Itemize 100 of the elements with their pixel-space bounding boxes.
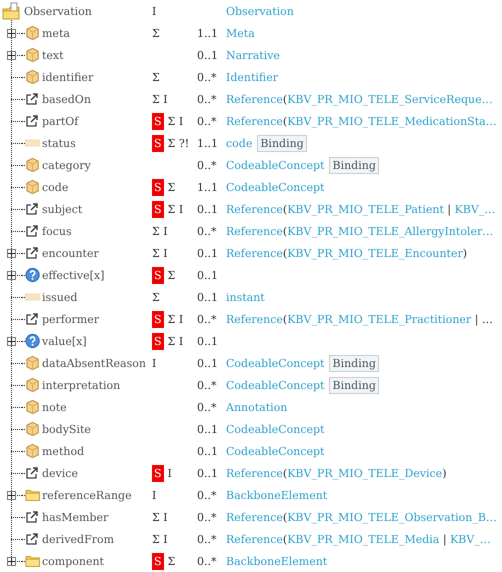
type-link[interactable]: KBV_… [454, 202, 496, 216]
element-name: identifier [41, 70, 94, 84]
cardinality: 0..* [197, 312, 218, 326]
binding-tag[interactable]: Binding [257, 134, 307, 152]
question-icon [24, 333, 40, 349]
type-punctuation: ( [282, 224, 288, 238]
binding-tag[interactable]: Binding [329, 354, 379, 372]
type-punctuation: ( [282, 510, 288, 524]
external-link-icon [25, 202, 39, 216]
element-name: device [41, 466, 79, 480]
type-punctuation: ( [282, 466, 288, 480]
type-link[interactable]: CodeableConcept [226, 444, 324, 458]
cube-icon [24, 355, 40, 371]
cardinality: 0..1 [197, 268, 219, 282]
cardinality: 0..* [197, 400, 218, 414]
type-link[interactable]: KBV_PR_MIO_TELE_Device [287, 466, 442, 480]
cardinality: 0..1 [197, 48, 219, 62]
cube-icon [24, 377, 40, 393]
type-link[interactable]: Reference [226, 114, 283, 128]
type-link[interactable]: KBV_PR_MIO_TELE_Patient [287, 202, 444, 216]
must-support-badge: S [152, 332, 164, 350]
folder-icon [24, 488, 40, 502]
type-link[interactable]: Identifier [226, 70, 278, 84]
cardinality: 0..1 [197, 466, 219, 480]
flags: Σ I [152, 92, 168, 106]
expand-button[interactable] [6, 248, 16, 258]
type-link[interactable]: KBV_PR_MIO_TELE_ServiceReque… [287, 92, 493, 106]
cardinality: 1..1 [197, 26, 219, 40]
type-link[interactable]: Reference [226, 246, 283, 260]
element-name: partOf [41, 114, 80, 128]
flags: I [152, 488, 156, 502]
expand-button[interactable] [6, 336, 16, 346]
type-link[interactable]: KBV_PR_MIO_TELE_AllergyIntoler… [287, 224, 494, 238]
cardinality: 0..* [197, 70, 218, 84]
external-link-icon [25, 224, 39, 238]
flags: Σ I [168, 334, 184, 348]
external-link-icon [25, 92, 39, 106]
type-link[interactable]: Annotation [226, 400, 288, 414]
type-link[interactable]: code [226, 136, 252, 150]
cube-icon [24, 157, 40, 173]
question-icon [24, 267, 40, 283]
type-link[interactable]: Meta [226, 26, 255, 40]
flags: I [168, 466, 172, 480]
type-link[interactable]: Narrative [226, 48, 280, 62]
type-link[interactable]: BackboneElement [226, 554, 328, 568]
type-link[interactable]: KBV_PR_MIO_TELE_MedicationSta… [287, 114, 497, 128]
flags: Σ I [168, 202, 184, 216]
type-link[interactable]: KBV_… [450, 532, 491, 546]
type-link[interactable]: CodeableConcept [226, 158, 324, 172]
type-punctuation: ( [282, 532, 288, 546]
type-link[interactable]: Reference [226, 92, 283, 106]
type-punctuation: ( [282, 114, 288, 128]
element-name: meta [41, 26, 71, 40]
type-link[interactable]: CodeableConcept [226, 378, 324, 392]
element-name: method [41, 444, 86, 458]
flags: Σ I [152, 224, 168, 238]
must-support-badge: S [152, 310, 164, 328]
element-name: value[x] [41, 334, 88, 348]
folder-icon [24, 554, 40, 568]
expand-button[interactable] [6, 270, 16, 280]
type-link[interactable]: BackboneElement [226, 488, 328, 502]
element-name: derivedFrom [41, 532, 116, 546]
must-support-badge: S [152, 112, 164, 130]
cardinality: 0..* [197, 510, 218, 524]
resource-folder-icon [2, 2, 20, 20]
type-link[interactable]: Reference [226, 224, 283, 238]
type-link[interactable]: KBV_PR_MIO_TELE_Media [287, 532, 440, 546]
type-link[interactable]: Reference [226, 466, 283, 480]
type-link[interactable]: KBV_PR_MIO_TELE_Encounter [287, 246, 463, 260]
expand-button[interactable] [6, 50, 16, 60]
flags: Σ I [168, 114, 184, 128]
binding-tag[interactable]: Binding [329, 156, 379, 174]
expand-button[interactable] [6, 490, 16, 500]
flags: Σ ?! [168, 136, 190, 150]
cube-icon [24, 421, 40, 437]
type-punctuation: | … [474, 312, 493, 326]
type-link[interactable]: Reference [226, 312, 283, 326]
type-link[interactable]: instant [226, 290, 265, 304]
type-link[interactable]: CodeableConcept [226, 356, 324, 370]
expand-button[interactable] [6, 556, 16, 566]
type-link[interactable]: CodeableConcept [226, 180, 324, 194]
cube-icon [24, 179, 40, 195]
element-name: note [41, 400, 68, 414]
type-punctuation: | [446, 202, 452, 216]
expand-button[interactable] [6, 28, 16, 38]
binding-tag[interactable]: Binding [329, 376, 379, 394]
type-link[interactable]: CodeableConcept [226, 422, 324, 436]
type-link[interactable]: KBV_PR_MIO_TELE_Practitioner [287, 312, 472, 326]
external-link-icon [25, 114, 39, 128]
type-link[interactable]: Reference [226, 532, 283, 546]
primitive-bar-icon [24, 292, 40, 302]
cardinality: 0..* [197, 158, 218, 172]
cardinality: 0..1 [197, 444, 219, 458]
type-link[interactable]: Observation [226, 4, 294, 18]
cardinality: 1..1 [197, 136, 219, 150]
cube-icon [24, 69, 40, 85]
type-link[interactable]: KBV_PR_MIO_TELE_Observation_B… [287, 510, 497, 524]
type-link[interactable]: Reference [226, 510, 283, 524]
flags: Σ [152, 290, 160, 304]
type-link[interactable]: Reference [226, 202, 283, 216]
